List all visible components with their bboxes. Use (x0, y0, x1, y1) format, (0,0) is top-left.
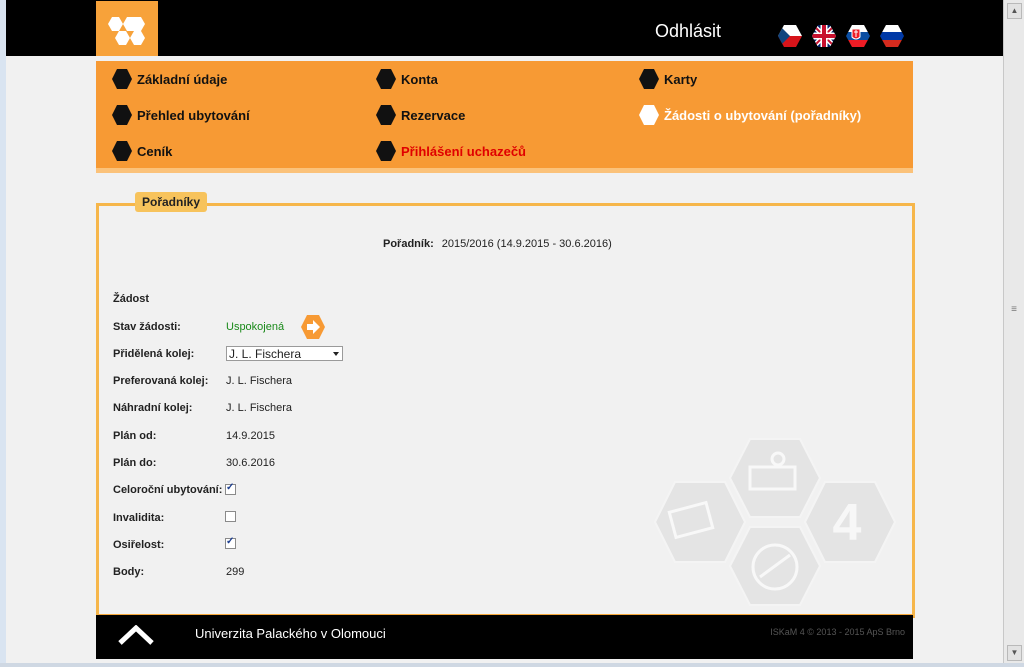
menu-item-zadosti-o-ubytovani[interactable]: Žádosti o ubytování (pořadníky) (638, 104, 861, 126)
arrow-right-icon[interactable] (300, 314, 326, 340)
menu-item-karty[interactable]: Karty (638, 68, 697, 90)
chevron-down-icon (333, 352, 339, 356)
preferovana-kolej-label: Preferovaná kolej: (113, 375, 209, 387)
invalidita-label: Invalidita: (113, 512, 165, 524)
logout-link[interactable]: Odhlásit (655, 21, 721, 42)
osirelost-label: Osiřelost: (113, 539, 165, 551)
menu-item-cenik[interactable]: Ceník (111, 140, 172, 162)
menu-item-label: Ceník (137, 143, 173, 159)
menu-item-label: Žádosti o ubytování (pořadníky) (664, 107, 862, 123)
slovak-flag-icon[interactable] (846, 24, 870, 48)
stav-zadosti-value: Uspokojená (226, 321, 285, 333)
menu-item-label: Přehled ubytování (137, 107, 250, 123)
panel-tab-poradniky: Pořadníky (135, 192, 208, 212)
honeycomb-logo-icon (108, 17, 145, 45)
iskam-watermark-icon: 4 (653, 438, 897, 606)
menu-item-zakladni-udaje[interactable]: Základní údaje (111, 68, 227, 90)
menu-item-prehled-ubytovani[interactable]: Přehled ubytování (111, 104, 250, 126)
osirelost-checkbox[interactable] (225, 536, 236, 549)
plan-od-value: 14.9.2015 (226, 430, 275, 442)
nahradni-kolej-label: Náhradní kolej: (113, 402, 193, 414)
menu-item-label: Konta (401, 71, 438, 87)
app-logo[interactable] (96, 1, 158, 56)
menu-item-label: Přihlášení uchazečů (401, 143, 526, 159)
poradnik-label: Pořadník: (383, 238, 434, 250)
hexagon-bullet-icon (376, 141, 396, 161)
menu-item-label: Karty (664, 71, 698, 87)
scrollbar-grip-icon[interactable]: ≡ (1008, 303, 1020, 317)
menu-item-prihlaseni-uchazecu[interactable]: Přihlášení uchazečů (375, 140, 526, 162)
hexagon-bullet-icon (639, 105, 659, 125)
footer: Univerzita Palackého v Olomouci ISKaM 4 … (96, 615, 913, 659)
hexagon-bullet-icon (112, 105, 132, 125)
celorocni-ubytovani-label: Celoroční ubytování: (113, 484, 223, 496)
plan-od-label: Plán od: (113, 430, 157, 442)
czech-flag-icon[interactable] (778, 24, 802, 48)
hexagon-bullet-icon (376, 69, 396, 89)
scroll-up-button[interactable]: ▲ (1007, 3, 1022, 19)
pridelena-kolej-label: Přidělená kolej: (113, 348, 195, 360)
body-label: Body: (113, 566, 145, 578)
menu-item-label: Základní údaje (137, 71, 228, 87)
plan-do-label: Plán do: (113, 457, 157, 469)
hexagon-bullet-icon (112, 141, 132, 161)
uk-flag-icon[interactable] (812, 24, 836, 48)
menu-item-label: Rezervace (401, 107, 466, 123)
plan-do-value: 30.6.2016 (226, 457, 275, 469)
menu-item-konta[interactable]: Konta (375, 68, 438, 90)
hexagon-bullet-icon (376, 105, 396, 125)
watermark-number: 4 (833, 494, 862, 552)
vertical-scrollbar[interactable]: ▲ ≡ ▼ (1003, 0, 1024, 667)
window-frame-bottom (0, 663, 1024, 667)
nahradni-kolej-value: J. L. Fischera (226, 402, 293, 414)
scroll-down-button[interactable]: ▼ (1007, 645, 1022, 661)
section-title-zadost: Žádost (113, 293, 150, 305)
hexagon-bullet-icon (639, 69, 659, 89)
menu-item-rezervace[interactable]: Rezervace (375, 104, 465, 126)
poradnik-info: Pořadník: 2015/2016 (14.9.2015 - 30.6.201… (383, 238, 612, 250)
celorocni-ubytovani-checkbox[interactable] (225, 482, 236, 495)
preferovana-kolej-value: J. L. Fischera (226, 375, 293, 387)
scroll-to-top-icon[interactable] (118, 625, 154, 645)
stav-zadosti-label: Stav žádosti: (113, 321, 181, 333)
body-value: 299 (226, 566, 245, 578)
invalidita-checkbox[interactable] (225, 511, 236, 522)
main-menu: Základní údaje Konta Karty Přehled ubyto… (96, 61, 913, 173)
russian-flag-icon[interactable] (880, 24, 904, 48)
footer-copyright: ISKaM 4 © 2013 - 2015 ApS Brno (770, 627, 905, 637)
footer-university: Univerzita Palackého v Olomouci (195, 626, 386, 641)
pridelena-kolej-selected: J. L. Fischera (229, 347, 302, 361)
pridelena-kolej-select[interactable]: J. L. Fischera (226, 346, 343, 361)
hexagon-bullet-icon (112, 69, 132, 89)
poradnik-value: 2015/2016 (14.9.2015 - 30.6.2016) (441, 238, 612, 250)
